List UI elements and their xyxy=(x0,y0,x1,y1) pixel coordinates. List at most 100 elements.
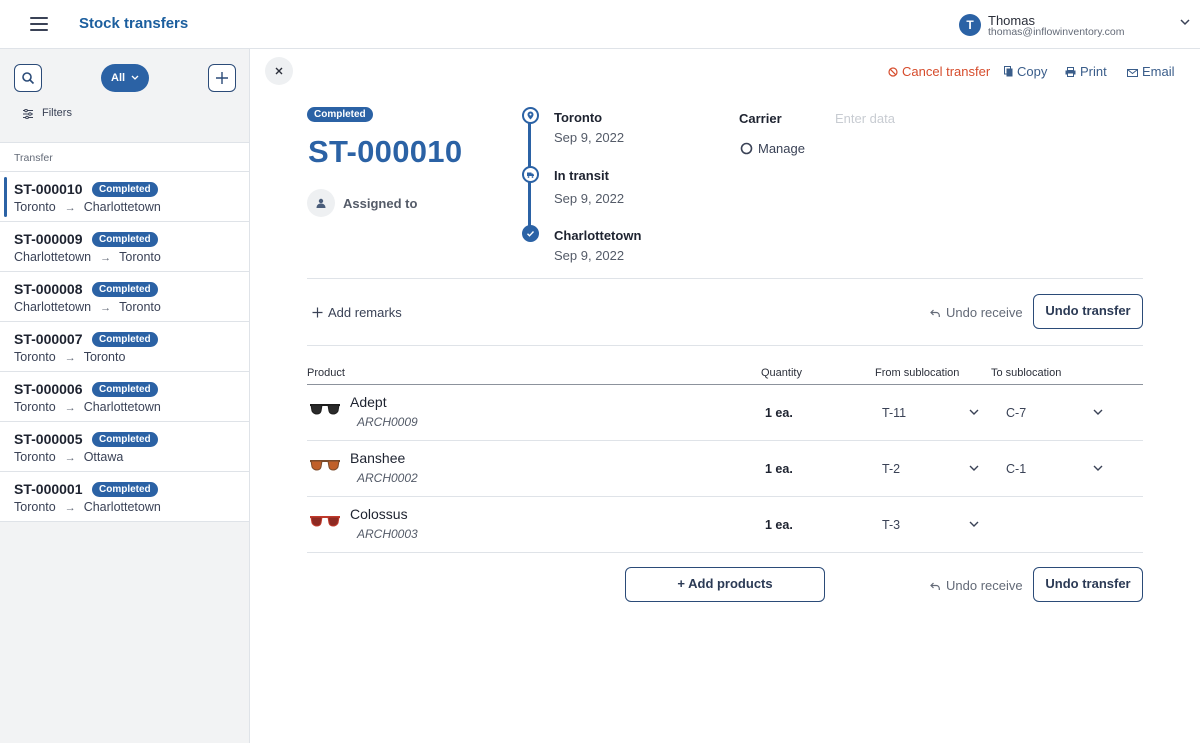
user-email: thomas@inflowinventory.com xyxy=(988,26,1125,38)
route-to: Ottawa xyxy=(83,450,124,464)
transfer-id: ST-000005 xyxy=(14,431,83,447)
transfer-list-item[interactable]: ST-000009 Completed Charlottetown → Toronto xyxy=(0,222,249,272)
status-badge: Completed xyxy=(92,482,158,497)
email-label: Email xyxy=(1142,64,1175,79)
undo-transfer-button[interactable]: Undo transfer xyxy=(1033,567,1143,602)
route-from: Charlottetown xyxy=(14,250,92,264)
cancel-transfer-button[interactable]: Cancel transfer xyxy=(888,64,990,79)
add-remarks-button[interactable]: Add remarks xyxy=(312,305,402,320)
chevron-down-icon[interactable] xyxy=(969,409,979,415)
filter-sliders-icon xyxy=(23,109,33,119)
chevron-down-icon[interactable] xyxy=(1093,409,1103,415)
email-icon xyxy=(1127,69,1138,77)
undo-icon xyxy=(930,309,940,317)
manage-label: Manage xyxy=(758,141,805,156)
transfer-list-item[interactable]: ST-000010 Completed Toronto → Charlottetown xyxy=(0,172,249,222)
chevron-down-icon[interactable] xyxy=(969,465,979,471)
print-label: Print xyxy=(1080,64,1107,79)
undo-receive-button[interactable]: Undo receive xyxy=(930,578,1023,593)
avatar[interactable]: T xyxy=(959,14,981,36)
product-name[interactable]: Banshee xyxy=(350,450,405,466)
undo-receive-label: Undo receive xyxy=(946,305,1023,320)
product-sku: ARCH0009 xyxy=(357,415,418,429)
user-icon xyxy=(316,198,326,208)
to-sublocation-select[interactable]: C-7 xyxy=(1006,406,1026,420)
timeline-destination-date: Sep 9, 2022 xyxy=(554,248,625,263)
chevron-down-icon[interactable] xyxy=(969,521,979,527)
arrow-right-icon: → xyxy=(100,252,112,264)
route-to: Charlottetown xyxy=(83,500,161,514)
undo-receive-button[interactable]: Undo receive xyxy=(930,305,1023,320)
column-header-from-sublocation: From sublocation xyxy=(875,367,960,379)
status-filter-dropdown[interactable]: All xyxy=(101,64,149,92)
chevron-down-icon[interactable] xyxy=(1180,19,1190,26)
from-sublocation-select[interactable]: T-11 xyxy=(882,406,906,420)
route-from: Toronto xyxy=(14,350,56,364)
email-button[interactable]: Email xyxy=(1127,64,1175,79)
transfer-list-item[interactable]: ST-000007 Completed Toronto → Toronto xyxy=(0,322,249,372)
timeline-destination: Charlottetown xyxy=(554,228,642,243)
route-from: Toronto xyxy=(14,400,56,414)
route-from: Toronto xyxy=(14,450,56,464)
status-badge: Completed xyxy=(92,432,158,447)
divider xyxy=(307,345,1143,346)
transfer-route: Toronto → Charlottetown xyxy=(14,200,161,214)
status-badge: Completed xyxy=(92,182,158,197)
transfer-id: ST-000007 xyxy=(14,331,83,347)
transfer-list-item[interactable]: ST-000006 Completed Toronto → Charlottetown xyxy=(0,372,249,422)
print-button[interactable]: Print xyxy=(1065,64,1107,79)
undo-receive-label: Undo receive xyxy=(946,578,1023,593)
copy-button[interactable]: Copy xyxy=(1004,64,1047,79)
chevron-down-icon[interactable] xyxy=(1093,465,1103,471)
assigned-to-label[interactable]: Assigned to xyxy=(343,196,417,211)
sunglasses-icon xyxy=(310,516,340,527)
column-header-product: Product xyxy=(307,367,345,379)
transfer-id: ST-000006 xyxy=(14,381,83,397)
transfer-list-item[interactable]: ST-000008 Completed Charlottetown → Toronto xyxy=(0,272,249,322)
product-name[interactable]: Colossus xyxy=(350,506,408,522)
status-filter-label: All xyxy=(111,72,126,84)
route-from: Toronto xyxy=(14,200,56,214)
transfer-list-item[interactable]: ST-000001 Completed Toronto → Charlottetown xyxy=(0,472,249,522)
route-from: Toronto xyxy=(14,500,56,514)
column-header-quantity: Quantity xyxy=(761,367,802,379)
product-quantity[interactable]: 1 ea. xyxy=(765,406,793,420)
close-button[interactable] xyxy=(265,57,293,85)
transfer-list-item[interactable]: ST-000005 Completed Toronto → Ottawa xyxy=(0,422,249,472)
filters-label: Filters xyxy=(42,107,72,119)
transfer-route: Toronto → Ottawa xyxy=(14,450,123,464)
from-sublocation-select[interactable]: T-3 xyxy=(882,518,900,532)
status-badge: Completed xyxy=(92,282,158,297)
manage-carrier-button[interactable]: Manage xyxy=(740,141,805,156)
hamburger-menu-icon[interactable] xyxy=(30,17,48,31)
undo-transfer-button[interactable]: Undo transfer xyxy=(1033,294,1143,329)
table-row: Banshee ARCH0002 1 ea. T-2 C-1 xyxy=(307,441,1143,497)
product-name[interactable]: Adept xyxy=(350,394,387,410)
transfer-route: Toronto → Charlottetown xyxy=(14,500,161,514)
status-badge: Completed xyxy=(92,382,158,397)
status-badge: Completed xyxy=(92,332,158,347)
search-button[interactable] xyxy=(14,64,42,92)
add-products-button[interactable]: + Add products xyxy=(625,567,825,602)
assign-user-button[interactable] xyxy=(307,189,335,217)
page-title: Stock transfers xyxy=(79,15,189,32)
product-sku: ARCH0003 xyxy=(357,527,418,541)
to-sublocation-select[interactable]: C-1 xyxy=(1006,462,1026,476)
sunglasses-icon xyxy=(310,460,340,471)
arrow-right-icon: → xyxy=(64,402,76,414)
arrow-right-icon: → xyxy=(64,352,76,364)
list-header-label: Transfer xyxy=(14,152,53,164)
add-transfer-button[interactable] xyxy=(208,64,236,92)
copy-label: Copy xyxy=(1017,64,1048,79)
carrier-input[interactable] xyxy=(835,111,985,126)
transfer-route: Charlottetown → Toronto xyxy=(14,300,161,314)
route-to: Toronto xyxy=(119,250,161,264)
timeline-origin-date: Sep 9, 2022 xyxy=(554,130,625,145)
table-row: Adept ARCH0009 1 ea. T-11 C-7 xyxy=(307,385,1143,441)
product-quantity[interactable]: 1 ea. xyxy=(765,518,793,532)
truck-icon xyxy=(522,166,539,183)
cancel-icon xyxy=(888,67,898,77)
transfer-route: Toronto → Charlottetown xyxy=(14,400,161,414)
product-quantity[interactable]: 1 ea. xyxy=(765,462,793,476)
from-sublocation-select[interactable]: T-2 xyxy=(882,462,900,476)
